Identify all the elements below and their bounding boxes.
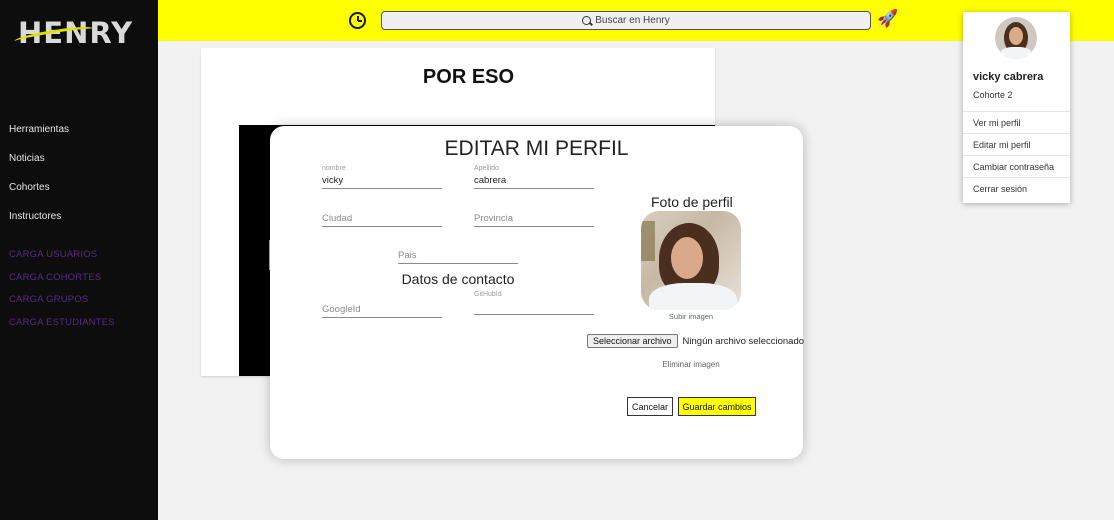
select-file-button[interactable]: Seleccionar archivo [587, 334, 678, 348]
page-title: POR ESO [422, 66, 515, 88]
cancel-button[interactable]: Cancelar [627, 397, 673, 416]
pais-placeholder: Pais [398, 250, 417, 261]
apellido-label: Apellido [474, 165, 499, 172]
sidebar-item-carga-cohortes[interactable]: CARGA COHORTES [9, 272, 115, 295]
sidebar-admin-links: CARGA USUARIOS CARGA COHORTES CARGA GRUP… [9, 249, 115, 339]
file-status: Ningún archivo seleccionado [682, 335, 805, 347]
githubid-label: GitHubId [474, 291, 502, 298]
googleid-placeholder: GoogleId [322, 304, 361, 315]
ciudad-placeholder: Ciudad [322, 213, 353, 224]
apellido-field[interactable]: Apellido cabrera [474, 165, 594, 189]
sidebar-item-cohortes[interactable]: Cohortes [9, 181, 69, 210]
search-placeholder: Buscar en Henry [595, 15, 670, 26]
search-input[interactable]: Buscar en Henry [381, 11, 871, 30]
ciudad-field[interactable]: Ciudad [322, 212, 442, 227]
menu-item-cambiar-contrasena[interactable]: Cambiar contraseña [963, 155, 1070, 177]
clock-icon[interactable] [349, 12, 366, 29]
sidebar-item-carga-grupos[interactable]: CARGA GRUPOS [9, 294, 115, 317]
file-input: Seleccionar archivo Ningún archivo selec… [587, 334, 804, 348]
avatar-face [1009, 27, 1023, 45]
provincia-field[interactable]: Provincia [474, 212, 594, 227]
photo-shirt [649, 283, 737, 310]
avatar [995, 17, 1037, 59]
photo-face [671, 237, 703, 279]
sidebar-item-noticias[interactable]: Noticias [9, 152, 69, 181]
search-icon [582, 16, 592, 25]
henry-logo[interactable]: HENRY [13, 16, 132, 50]
user-dropdown: vicky cabrera Cohorte 2 Ver mi perfil Ed… [963, 12, 1070, 203]
sidebar: HENRY Herramientas Noticias Cohortes Ins… [0, 0, 158, 520]
profile-photo [641, 211, 741, 310]
sidebar-item-herramientas[interactable]: Herramientas [9, 123, 69, 152]
photo-background [641, 221, 655, 261]
contact-section-title: Datos de contacto [401, 271, 515, 287]
sidebar-item-instructores[interactable]: Instructores [9, 210, 69, 239]
nombre-field[interactable]: nombre vicky [322, 165, 442, 189]
avatar-shirt [1000, 47, 1032, 59]
menu-item-cerrar-sesion[interactable]: Cerrar sesión [963, 177, 1070, 199]
provincia-placeholder: Provincia [474, 213, 514, 224]
modal-title: EDITAR MI PERFIL [444, 137, 629, 160]
nombre-value: vicky [322, 175, 344, 186]
apellido-value: cabrera [474, 175, 507, 186]
photo-title: Foto de perfil [651, 194, 733, 210]
remove-image-link[interactable]: Eliminar imagen [641, 360, 741, 369]
rocket-icon[interactable]: 🚀 [877, 9, 898, 29]
menu-item-editar-perfil[interactable]: Editar mi perfil [963, 133, 1070, 155]
githubid-value [474, 300, 594, 314]
sidebar-item-carga-usuarios[interactable]: CARGA USUARIOS [9, 249, 115, 272]
pais-field[interactable]: Pais [398, 249, 518, 264]
sidebar-nav: Herramientas Noticias Cohortes Instructo… [9, 123, 69, 239]
sidebar-item-carga-estudiantes[interactable]: CARGA ESTUDIANTES [9, 317, 115, 340]
nombre-label: nombre [322, 165, 346, 172]
googleid-field[interactable]: GoogleId [322, 303, 442, 318]
githubid-field[interactable]: GitHubId [474, 291, 594, 315]
edit-profile-modal: EDITAR MI PERFIL nombre vicky Apellido c… [270, 126, 804, 459]
menu-item-ver-perfil[interactable]: Ver mi perfil [963, 111, 1070, 133]
user-menu-list: Ver mi perfil Editar mi perfil Cambiar c… [963, 111, 1070, 199]
upload-image-label: Subir imagen [668, 312, 714, 321]
save-button[interactable]: Guardar cambios [678, 397, 756, 416]
user-cohort: Cohorte 2 [973, 90, 1013, 100]
user-name: vicky cabrera [973, 71, 1044, 83]
